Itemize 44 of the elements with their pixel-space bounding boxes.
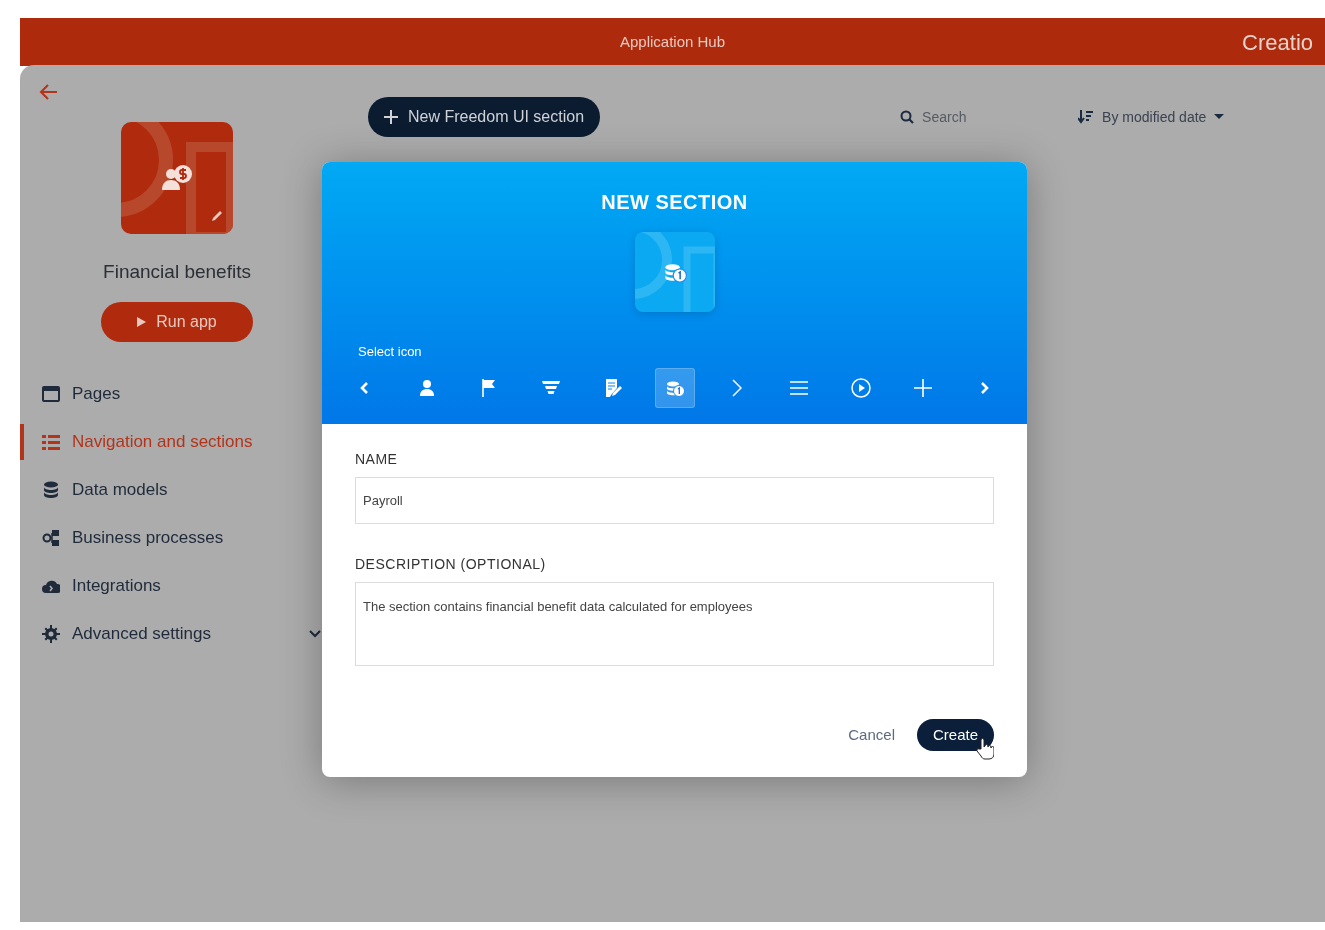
sidebar-item[interactable]: Data models (42, 476, 168, 503)
chevron-right-icon (980, 381, 989, 394)
list-icon (42, 432, 60, 451)
play-circle-icon (850, 377, 871, 398)
description-input[interactable]: The section contains financial benefit data calculated for employees (355, 582, 994, 666)
plus-icon (912, 377, 933, 398)
sort-dropdown[interactable]: By modified date (1078, 106, 1225, 128)
logo: Creatio (1242, 28, 1313, 57)
gear-icon (42, 624, 60, 643)
pencil-icon[interactable] (211, 210, 223, 222)
dialog-title: NEW SECTION (601, 190, 748, 215)
run-app-button[interactable]: Run app (101, 301, 253, 342)
cancel-button[interactable]: Cancel (848, 723, 895, 747)
sort-icon (1078, 110, 1095, 124)
search-field[interactable]: Search (922, 106, 1003, 128)
search-icon (900, 110, 915, 124)
create-button[interactable]: Create (916, 719, 994, 751)
chevron-down-icon[interactable] (309, 629, 321, 638)
app-title: Financial benefits (102, 260, 252, 284)
app-icon-tile[interactable] (121, 122, 233, 234)
active-indicator (20, 423, 24, 460)
play-icon (137, 316, 147, 327)
database-icon (42, 480, 60, 499)
name-label: NAME (355, 450, 399, 469)
chevron-right-icon (731, 378, 742, 397)
caret-icon (1214, 114, 1225, 120)
process-icon (42, 528, 60, 547)
person-dollar-icon (162, 164, 194, 192)
header-title: Application Hub (619, 31, 726, 52)
plus-icon (384, 110, 398, 124)
icon-option[interactable] (654, 367, 695, 408)
select-icon-label: Select icon (358, 343, 422, 361)
chevron-left-icon (360, 381, 369, 394)
sidebar-item[interactable]: Advanced settings (42, 620, 211, 647)
hand-cursor-icon (976, 737, 994, 761)
new-section-button[interactable]: New Freedom UI section (368, 97, 601, 137)
sidebar-item[interactable]: Integrations (42, 572, 161, 599)
sidebar-item[interactable]: Pages (42, 380, 121, 407)
name-input[interactable]: Payroll (355, 477, 994, 524)
sidebar-item[interactable]: Business processes (42, 524, 224, 551)
sort-label: By modified date (1102, 107, 1207, 127)
back-icon[interactable] (39, 83, 59, 101)
description-label: DESCRIPTION (OPTIONAL) (355, 555, 547, 574)
page-icon (42, 384, 60, 403)
